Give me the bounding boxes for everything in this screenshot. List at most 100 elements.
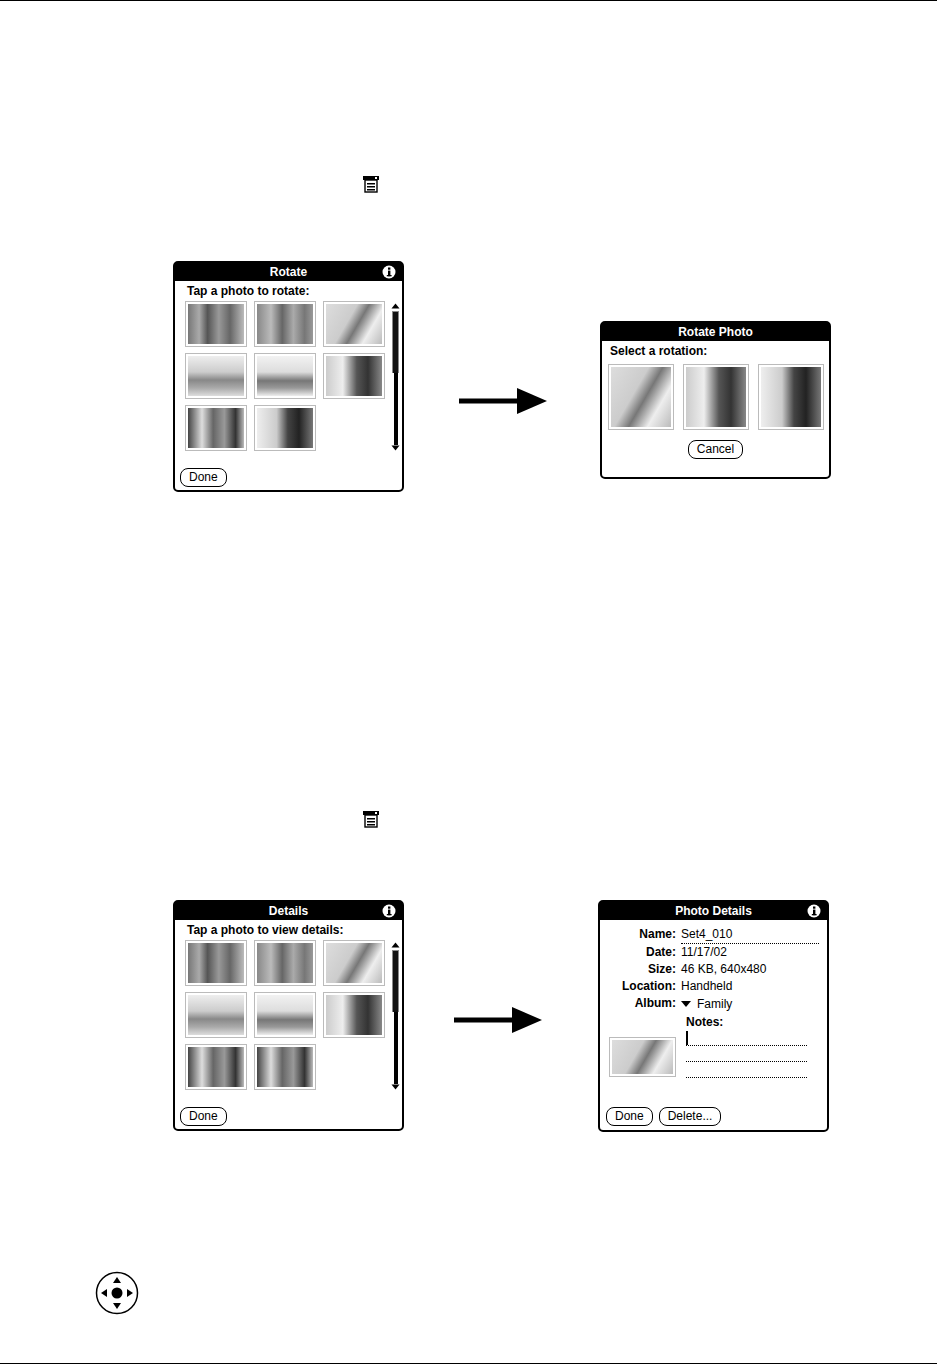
photo [188,356,244,396]
navigator-icon [95,1271,139,1315]
top-rule [0,0,937,1]
detail-fields: Name:Set4_010Date:11/17/02Size:46 KB, 64… [600,920,827,1013]
photo [257,943,313,983]
notes-area[interactable]: Notes: [686,1015,807,1078]
scroll-down-icon [391,445,400,451]
photo [611,367,671,427]
rotate-photo-dialog: Rotate Photo Select a rotation: Cancel [600,321,831,479]
title-bar: Rotate Photo [602,323,829,341]
arrow-icon [454,1007,542,1033]
dropdown-arrow-icon [681,1001,691,1007]
photo [188,995,244,1035]
photo-thumbnail[interactable] [254,405,316,451]
photo-thumbnail[interactable] [254,353,316,399]
detail-row: Name: Set4_010 [600,926,819,944]
field-value: 46 KB, 640x480 [681,961,766,978]
photo [257,304,313,344]
photo [188,1047,244,1087]
photo [761,367,821,427]
photo-thumbnail[interactable] [609,1037,676,1077]
photo-details-dialog: Photo Details Name: Set4_010Date: 11/17/02 S… [598,900,829,1132]
photo [326,304,382,344]
scroll-track [392,311,399,373]
scrollbar[interactable] [391,942,400,1090]
text-cursor [686,1031,688,1045]
rotation-options [602,361,829,430]
scrollbar[interactable] [391,303,400,451]
menu-icon [362,175,380,193]
photo-thumbnail[interactable] [323,353,385,399]
field-value: 11/17/02 [681,944,727,961]
photo-thumbnail[interactable] [608,364,674,430]
photo-thumbnail[interactable] [758,364,824,430]
photo [188,304,244,344]
photo [257,995,313,1035]
photo-thumbnail[interactable] [185,940,247,986]
photo-thumbnail[interactable] [254,301,316,347]
field-value: Set4_010 [681,927,732,941]
field-label: Date: [600,944,676,961]
field-label: Location: [600,978,676,995]
photo [257,356,313,396]
button-row: Done Delete... [600,1107,827,1130]
notes-line [686,1062,807,1078]
thumbnail-grid [185,940,385,1090]
scroll-up-icon [391,303,400,309]
photo-thumbnail[interactable] [254,940,316,986]
photo [326,943,382,983]
detail-row: Date: 11/17/02 [600,944,819,961]
dialog-title: Details [195,904,382,918]
field-label: Name: [600,926,676,943]
done-button[interactable]: Done [606,1107,653,1126]
photo [326,356,382,396]
photo-thumbnail[interactable] [185,1044,247,1090]
notes-line [686,1030,807,1046]
done-button[interactable]: Done [180,1107,227,1126]
photo-thumbnail[interactable] [185,353,247,399]
prompt: Tap a photo to view details: [175,920,402,940]
info-icon [807,904,821,918]
photo-thumbnail[interactable] [683,364,749,430]
photo-thumbnail[interactable] [254,992,316,1038]
prompt: Select a rotation: [602,341,829,361]
detail-row: Album: Family [600,995,819,1013]
title-bar: Photo Details [600,902,827,920]
arrow-icon [459,388,547,414]
photo-thumbnail[interactable] [323,992,385,1038]
detail-row: Location:Handheld [600,978,819,995]
scroll-down-icon [391,1084,400,1090]
menu-icon [362,810,380,828]
photo-thumbnail[interactable] [323,301,385,347]
done-button[interactable]: Done [180,468,227,487]
photo-thumbnail[interactable] [323,940,385,986]
field-label: Album: [600,995,676,1012]
delete-button[interactable]: Delete... [659,1107,722,1126]
photo [686,367,746,427]
photo-thumbnail[interactable] [254,1044,316,1090]
field-value: Family [697,996,732,1013]
photo-thumbnail[interactable] [185,301,247,347]
notes-label: Notes: [686,1015,807,1030]
photo [188,408,244,448]
rotate-figure: RotateTap a photo to rotate:DoneRotate P… [0,261,937,492]
photo [257,408,313,448]
details-figure: DetailsTap a photo to view details:DoneP… [0,900,937,1132]
photo [326,995,382,1035]
details-dialog: Details Tap a photo to view details: Done [173,900,404,1131]
prompt: Tap a photo to rotate: [175,281,402,301]
info-icon [382,265,396,279]
bottom-rule [0,1363,937,1364]
rotate-dialog: RotateTap a photo to rotate:Done [173,261,404,492]
scroll-track [392,950,399,1012]
name-field[interactable]: Set4_010 [681,926,819,944]
dialog-title: Rotate Photo [622,325,809,339]
thumbnail-grid [185,301,385,451]
info-icon [382,904,396,918]
photo [257,1047,313,1087]
photo-thumbnail[interactable] [185,405,247,451]
photo-thumbnail[interactable] [185,992,247,1038]
photo [188,943,244,983]
album-dropdown[interactable]: Family [681,996,732,1013]
scroll-up-icon [391,942,400,948]
cancel-button[interactable]: Cancel [688,440,743,459]
